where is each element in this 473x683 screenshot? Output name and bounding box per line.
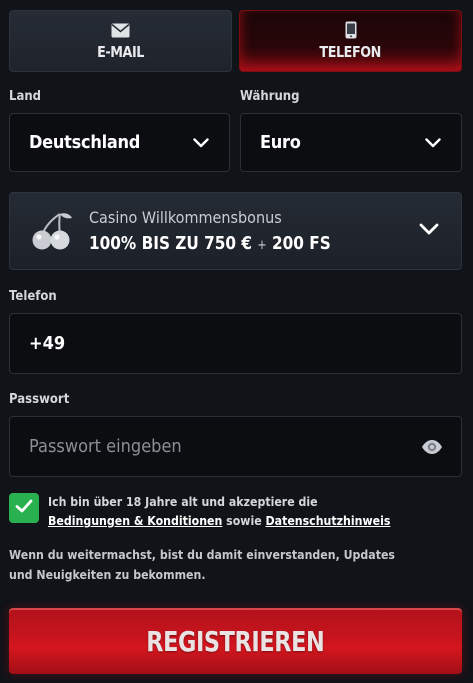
- terms-conditions-link[interactable]: Bedingungen & Konditionen: [48, 513, 222, 528]
- terms-text-middle: sowie: [226, 513, 262, 528]
- bonus-offer-main: 100% BIS ZU 750 €: [89, 233, 253, 254]
- marketing-consent-notice: Wenn du weitermachst, bist du damit einv…: [9, 547, 395, 582]
- chevron-down-icon: [425, 135, 441, 153]
- tab-phone-label: TELEFON: [319, 43, 382, 61]
- country-value: Deutschland: [29, 132, 141, 153]
- terms-text-before: Ich bin über 18 Jahre alt und akzeptiere…: [48, 494, 318, 509]
- password-field[interactable]: Passwort eingeben: [9, 416, 462, 477]
- currency-value: Euro: [260, 132, 301, 153]
- chevron-down-icon: [193, 135, 209, 153]
- currency-select[interactable]: Euro: [240, 113, 462, 172]
- phone-label: Telefon: [9, 289, 57, 304]
- privacy-policy-link[interactable]: Datenschutzhinweis: [266, 513, 391, 528]
- bonus-offer-plus: +: [257, 238, 267, 253]
- country-select[interactable]: Deutschland: [9, 113, 230, 172]
- register-button-label: REGISTRIEREN: [146, 624, 325, 658]
- terms-text: Ich bin über 18 Jahre alt und akzeptiere…: [48, 492, 400, 530]
- phone-value: +49: [29, 333, 66, 354]
- tab-email-label: E-MAIL: [97, 43, 144, 61]
- country-label: Land: [9, 89, 42, 104]
- bonus-title: Casino Willkommensbonus: [89, 208, 282, 227]
- terms-checkbox[interactable]: [9, 493, 39, 523]
- tab-phone[interactable]: TELEFON: [239, 10, 462, 72]
- password-placeholder: Passwort eingeben: [29, 436, 182, 457]
- eye-icon[interactable]: [421, 439, 443, 460]
- checkmark-icon: [15, 499, 33, 518]
- chevron-down-icon: [419, 222, 439, 240]
- register-button[interactable]: REGISTRIEREN: [9, 608, 462, 674]
- currency-label: Währung: [240, 89, 300, 104]
- welcome-bonus-select[interactable]: Casino Willkommensbonus 100% BIS ZU 750 …: [9, 192, 462, 270]
- registration-method-tabs: E-MAIL TELEFON: [9, 10, 462, 72]
- cherry-icon: [30, 211, 74, 256]
- bonus-offer-extra: 200 FS: [272, 233, 331, 254]
- password-label: Passwort: [9, 392, 70, 407]
- phone-field[interactable]: +49: [9, 313, 462, 374]
- bonus-offer: 100% BIS ZU 750 € + 200 FS: [89, 233, 331, 254]
- smartphone-icon: [345, 21, 357, 39]
- envelope-icon: [111, 21, 130, 39]
- tab-email[interactable]: E-MAIL: [9, 10, 232, 72]
